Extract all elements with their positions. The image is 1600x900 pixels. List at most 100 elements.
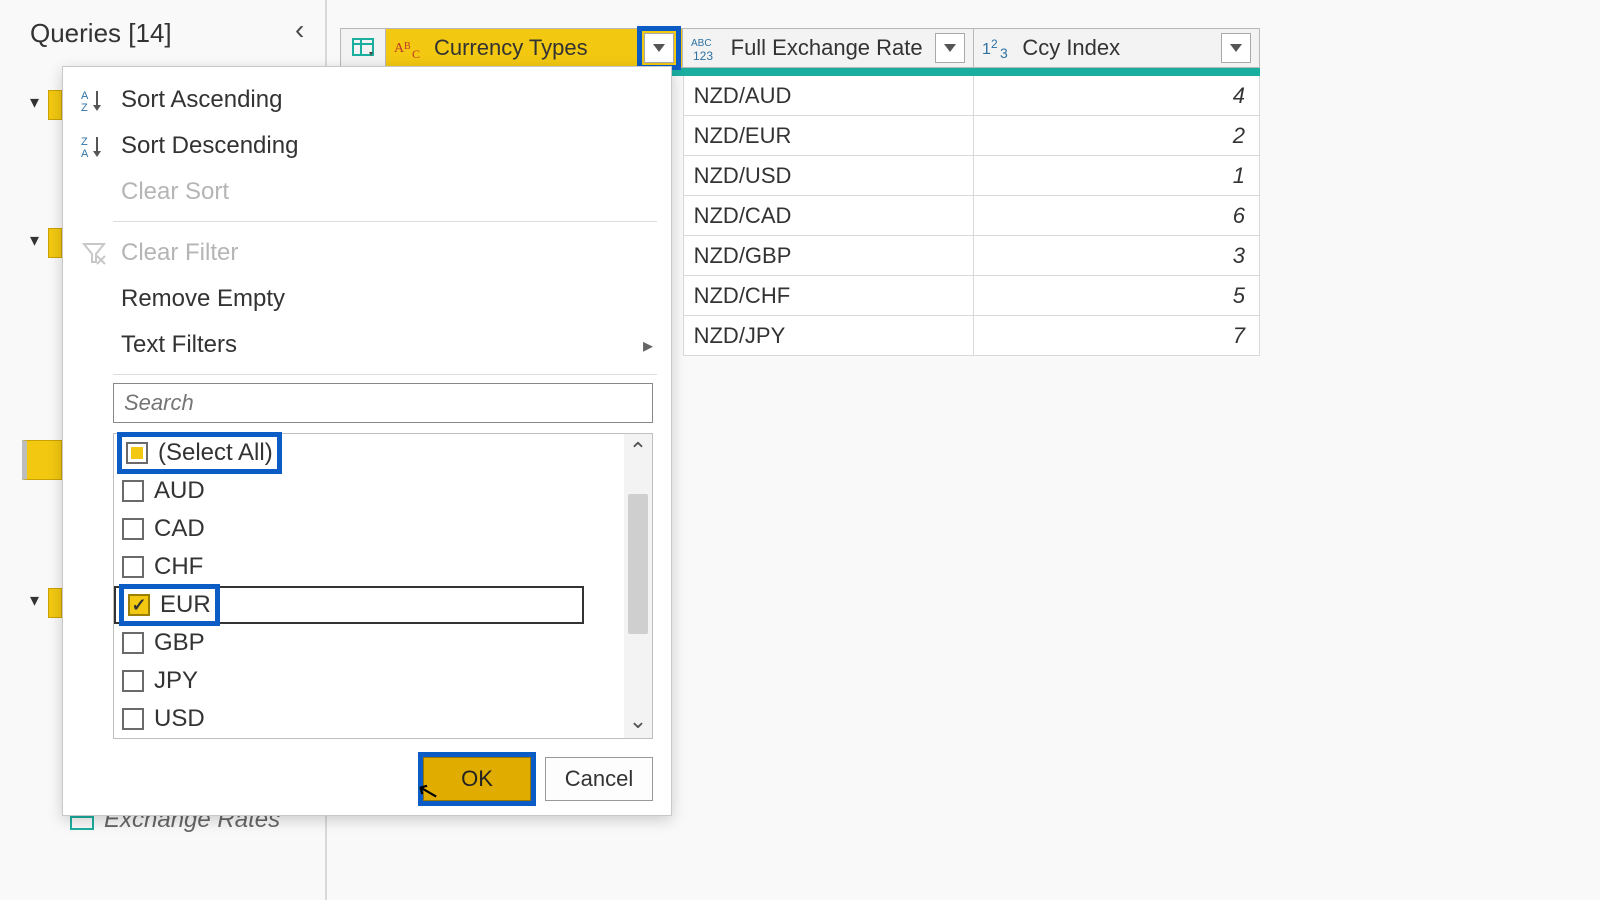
column-header-label: Full Exchange Rate xyxy=(731,35,936,61)
svg-text:Z: Z xyxy=(81,102,88,113)
filter-value-item[interactable]: CHF xyxy=(114,548,652,586)
cell-ccy-index[interactable]: 2 xyxy=(974,116,1260,156)
collapse-queries-pane-icon[interactable]: ‹ xyxy=(295,14,304,46)
filter-value-item[interactable]: USD xyxy=(114,700,652,738)
filter-value-label: EUR xyxy=(160,591,211,619)
filter-value-item[interactable]: (Select All) xyxy=(114,434,652,472)
column-header-label: Currency Types xyxy=(434,35,644,61)
group-expander-icon[interactable]: ▾ xyxy=(30,230,39,251)
cell-full-exchange-rate[interactable]: NZD/AUD xyxy=(683,76,975,116)
column-quality-bar xyxy=(974,68,1260,76)
filter-search-input[interactable] xyxy=(113,383,653,423)
menu-separator xyxy=(113,374,657,375)
cell-full-exchange-rate[interactable]: NZD/USD xyxy=(683,156,975,196)
blank-icon xyxy=(75,283,113,315)
cell-ccy-index[interactable]: 1 xyxy=(974,156,1260,196)
blank-icon xyxy=(75,329,113,361)
text-type-icon: ABC xyxy=(394,34,428,62)
filter-value-label: AUD xyxy=(154,477,205,505)
checkbox-icon[interactable] xyxy=(128,594,150,616)
remove-empty-item[interactable]: Remove Empty xyxy=(63,276,671,322)
scroll-down-icon[interactable]: ⌄ xyxy=(624,708,652,734)
menu-label: Clear Filter xyxy=(121,239,238,267)
cell-full-exchange-rate[interactable]: NZD/CHF xyxy=(683,276,975,316)
cell-full-exchange-rate[interactable]: NZD/JPY xyxy=(683,316,975,356)
column-header-label: Ccy Index xyxy=(1022,35,1221,61)
filter-value-label: (Select All) xyxy=(158,439,273,467)
chevron-down-icon xyxy=(653,44,665,52)
submenu-arrow-icon: ▸ xyxy=(643,333,653,358)
column-header-ccy-index[interactable]: 123 Ccy Index xyxy=(974,28,1260,68)
checkbox-icon[interactable] xyxy=(122,480,144,502)
checkbox-icon[interactable] xyxy=(122,708,144,730)
scroll-up-icon[interactable]: ⌃ xyxy=(624,438,652,464)
query-folder-icon xyxy=(48,228,62,258)
svg-text:A: A xyxy=(81,148,89,159)
scrollbar-thumb[interactable] xyxy=(628,494,648,634)
filter-value-label: CAD xyxy=(154,515,205,543)
column-filter-dropdown-button[interactable] xyxy=(644,33,674,63)
any-type-icon: ABC123 xyxy=(691,34,725,62)
selected-query-indicator xyxy=(22,440,62,480)
cell-full-exchange-rate[interactable]: NZD/GBP xyxy=(683,236,975,276)
column-quality-bar xyxy=(683,68,975,76)
filter-value-item[interactable]: GBP xyxy=(114,624,652,662)
cancel-button[interactable]: Cancel xyxy=(545,757,653,801)
svg-text:A: A xyxy=(81,90,89,102)
column-header-currency-types[interactable]: ABC Currency Types xyxy=(386,28,683,68)
filter-value-item[interactable]: AUD xyxy=(114,472,652,510)
svg-text:Z: Z xyxy=(81,136,88,148)
blank-icon xyxy=(75,176,113,208)
cell-ccy-index[interactable]: 5 xyxy=(974,276,1260,316)
column-filter-dropdown-button[interactable] xyxy=(1221,33,1251,63)
cell-ccy-index[interactable]: 7 xyxy=(974,316,1260,356)
menu-label: Text Filters xyxy=(121,331,237,359)
checkbox-icon[interactable] xyxy=(122,632,144,654)
filter-values-scrollbar[interactable]: ⌃ ⌄ xyxy=(624,434,652,738)
ok-button[interactable]: OK xyxy=(423,757,531,801)
table-select-button[interactable] xyxy=(340,28,386,68)
menu-label: Sort Ascending xyxy=(121,86,282,114)
cell-full-exchange-rate[interactable]: NZD/EUR xyxy=(683,116,975,156)
checkbox-icon[interactable] xyxy=(126,442,148,464)
checkbox-icon[interactable] xyxy=(122,556,144,578)
menu-label: Sort Descending xyxy=(121,132,298,160)
sort-ascending-item[interactable]: AZ Sort Ascending xyxy=(63,77,671,123)
checkbox-icon[interactable] xyxy=(122,670,144,692)
filter-value-label: USD xyxy=(154,705,205,733)
svg-text:C: C xyxy=(412,47,420,61)
text-filters-item[interactable]: Text Filters ▸ xyxy=(63,322,671,368)
filter-value-item[interactable]: JPY xyxy=(114,662,652,700)
sort-desc-icon: ZA xyxy=(75,130,113,162)
queries-pane-title: Queries [14] xyxy=(30,18,172,49)
svg-text:123: 123 xyxy=(693,49,713,62)
checkbox-icon[interactable] xyxy=(122,518,144,540)
menu-separator xyxy=(113,221,657,222)
chevron-down-icon xyxy=(1230,44,1242,52)
cell-full-exchange-rate[interactable]: NZD/CAD xyxy=(683,196,975,236)
sort-asc-icon: AZ xyxy=(75,84,113,116)
menu-label: Clear Sort xyxy=(121,178,229,206)
menu-label: Remove Empty xyxy=(121,285,285,313)
svg-text:B: B xyxy=(404,41,411,52)
filter-value-item[interactable]: CAD xyxy=(114,510,652,548)
column-header-full-exchange-rate[interactable]: ABC123 Full Exchange Rate xyxy=(683,28,975,68)
clear-filter-icon xyxy=(75,237,113,269)
filter-value-label: GBP xyxy=(154,629,205,657)
chevron-down-icon xyxy=(944,44,956,52)
sort-descending-item[interactable]: ZA Sort Descending xyxy=(63,123,671,169)
filter-value-label: CHF xyxy=(154,553,203,581)
cell-ccy-index[interactable]: 6 xyxy=(974,196,1260,236)
svg-text:1: 1 xyxy=(982,41,991,58)
group-expander-icon[interactable]: ▾ xyxy=(30,590,39,611)
table-icon xyxy=(351,36,375,60)
group-expander-icon[interactable]: ▾ xyxy=(30,92,39,113)
svg-text:3: 3 xyxy=(1000,45,1008,61)
cell-ccy-index[interactable]: 4 xyxy=(974,76,1260,116)
clear-sort-item: Clear Sort xyxy=(63,169,671,215)
column-filter-dropdown-button[interactable] xyxy=(935,33,965,63)
svg-text:ABC: ABC xyxy=(691,38,712,49)
query-folder-icon xyxy=(48,588,62,618)
cell-ccy-index[interactable]: 3 xyxy=(974,236,1260,276)
filter-value-item[interactable]: EUR xyxy=(114,586,584,624)
